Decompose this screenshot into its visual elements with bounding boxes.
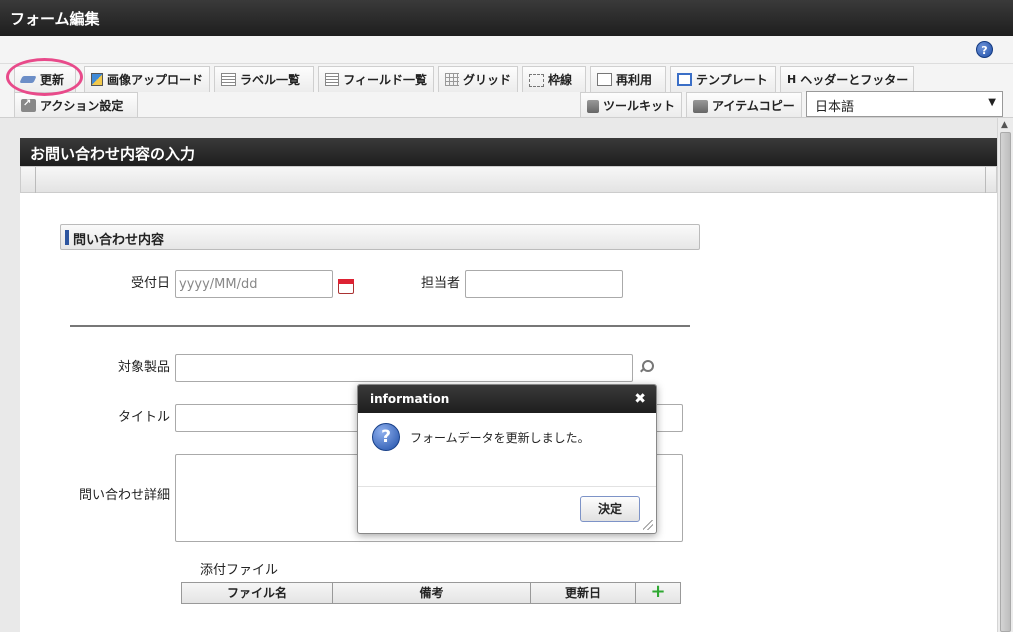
reception-date-input[interactable]: yyyy/MM/dd — [175, 270, 333, 298]
grid-label: グリッド — [462, 73, 511, 87]
label-list-label: ラベル一覧 — [240, 73, 301, 87]
form-subbar — [20, 166, 997, 193]
template-label: テンプレート — [696, 73, 768, 87]
help-icon[interactable]: ? — [976, 41, 993, 58]
header-footer-button[interactable]: H ヘッダーとフッター — [780, 66, 914, 92]
action-settings-label: アクション設定 — [40, 98, 124, 113]
product-input[interactable] — [175, 354, 633, 382]
language-value: 日本語 — [815, 100, 855, 115]
close-icon[interactable]: ✖ — [634, 391, 646, 407]
frame-icon — [529, 74, 544, 87]
section-title: 問い合わせ内容 — [60, 224, 700, 250]
assignee-input[interactable] — [465, 270, 623, 298]
toolkit-label: ツールキット — [602, 98, 675, 113]
header-icon: H — [787, 73, 797, 86]
toolbox-icon — [693, 99, 708, 113]
list-icon — [221, 73, 236, 86]
item-copy-label: アイテムコピー — [712, 98, 795, 113]
help-row: ? — [0, 36, 1013, 64]
title-label: タイトル — [117, 410, 170, 425]
toolbox-icon — [587, 99, 599, 113]
information-dialog: information ✖ ? フォームデータを更新しました。 決定 — [357, 384, 657, 534]
detail-label: 問い合わせ詳細 — [78, 488, 170, 503]
language-select[interactable]: 日本語 ▼ — [806, 91, 1003, 117]
add-row-button[interactable]: + — [636, 583, 680, 603]
frame-label: 枠線 — [548, 73, 573, 87]
grid-button[interactable]: グリッド — [438, 66, 518, 92]
grid-icon — [445, 73, 459, 86]
question-icon: ? — [372, 423, 400, 451]
dialog-footer: 決定 — [358, 486, 656, 533]
calendar-icon[interactable] — [338, 279, 354, 294]
reuse-label: 再利用 — [616, 73, 653, 87]
field-list-button[interactable]: フィールド一覧 — [318, 66, 434, 92]
resize-grip-icon[interactable] — [643, 520, 653, 530]
attachment-label: 添付ファイル — [200, 563, 279, 578]
attachment-table: ファイル名 備考 更新日 + — [181, 582, 681, 604]
dropdown-arrow-icon: ▼ — [988, 97, 996, 108]
ok-button[interactable]: 決定 — [580, 496, 640, 522]
action-icon — [21, 98, 36, 112]
header-footer-label: ヘッダーとフッター — [800, 73, 909, 87]
reception-date-label: 受付日 — [130, 276, 170, 291]
divider-line — [70, 325, 690, 327]
scroll-up-arrow-icon[interactable]: ▲ — [1001, 120, 1008, 130]
dialog-title: information — [370, 392, 450, 406]
image-upload-button[interactable]: 画像アップロード — [84, 66, 210, 92]
label-list-button[interactable]: ラベル一覧 — [214, 66, 314, 92]
window-title: フォーム編集 — [0, 0, 1013, 36]
column-header-filename: ファイル名 — [182, 583, 333, 603]
template-icon — [677, 73, 692, 86]
field-list-label: フィールド一覧 — [343, 73, 427, 87]
scroll-thumb[interactable] — [1000, 132, 1011, 632]
assignee-label: 担当者 — [420, 276, 460, 291]
column-header-note: 備考 — [333, 583, 531, 603]
image-upload-label: 画像アップロード — [106, 73, 203, 87]
list-icon — [325, 73, 340, 86]
frame-button[interactable]: 枠線 — [522, 66, 586, 92]
image-icon — [91, 73, 103, 86]
divider — [985, 167, 986, 193]
reuse-button[interactable]: 再利用 — [590, 66, 666, 92]
highlight-annotation — [6, 58, 83, 96]
vertical-scrollbar[interactable]: ▲ — [997, 118, 1013, 632]
product-label: 対象製品 — [117, 360, 170, 375]
item-copy-button[interactable]: アイテムコピー — [686, 92, 802, 117]
action-settings-button[interactable]: アクション設定 — [14, 92, 138, 117]
toolkit-button[interactable]: ツールキット — [580, 92, 682, 117]
dialog-message: フォームデータを更新しました。 — [410, 431, 590, 445]
plus-icon: + — [650, 581, 666, 602]
search-icon[interactable] — [639, 360, 654, 374]
template-button[interactable]: テンプレート — [670, 66, 776, 92]
column-header-updated: 更新日 — [531, 583, 636, 603]
content-area: お問い合わせ内容の入力 問い合わせ内容 受付日 yyyy/MM/dd 担当者 対… — [0, 118, 997, 632]
divider — [35, 167, 36, 193]
dialog-title-bar: information ✖ — [358, 385, 656, 413]
document-icon — [597, 73, 612, 86]
form-header-title: お問い合わせ内容の入力 — [20, 138, 997, 166]
